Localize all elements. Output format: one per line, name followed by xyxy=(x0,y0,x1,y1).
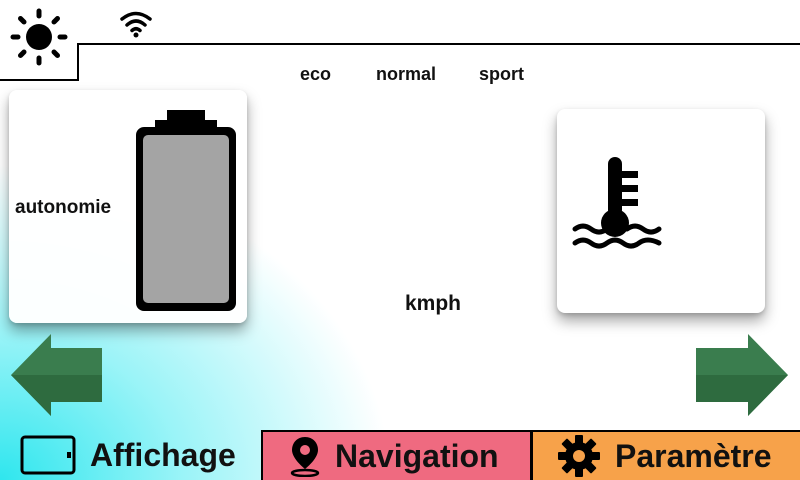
arrow-right-icon[interactable] xyxy=(696,334,788,416)
mode-normal[interactable]: normal xyxy=(376,64,436,85)
sun-icon[interactable] xyxy=(10,8,68,66)
mode-sport[interactable]: sport xyxy=(479,64,524,85)
tablet-icon xyxy=(20,435,76,475)
tab-navigation-label: Navigation xyxy=(335,437,499,474)
tab-affichage[interactable]: Affichage xyxy=(0,430,262,480)
coolant-temperature-card[interactable] xyxy=(557,109,765,313)
mode-eco[interactable]: eco xyxy=(300,64,331,85)
coolant-temperature-icon xyxy=(571,155,665,253)
wifi-icon[interactable] xyxy=(119,10,153,38)
tab-affichage-label: Affichage xyxy=(90,436,236,473)
tab-navigation[interactable]: Navigation xyxy=(261,430,532,480)
tab-parametre[interactable]: Paramètre xyxy=(531,430,800,480)
speed-unit: kmph xyxy=(405,292,462,315)
arrow-left-icon[interactable] xyxy=(11,334,103,416)
autonomy-label: autonomie xyxy=(15,197,112,218)
tab-parametre-label: Paramètre xyxy=(615,437,772,474)
location-pin-icon xyxy=(289,435,321,477)
gear-icon xyxy=(557,434,601,478)
autonomy-card[interactable]: autonomie xyxy=(9,90,247,323)
battery-icon xyxy=(133,108,239,314)
